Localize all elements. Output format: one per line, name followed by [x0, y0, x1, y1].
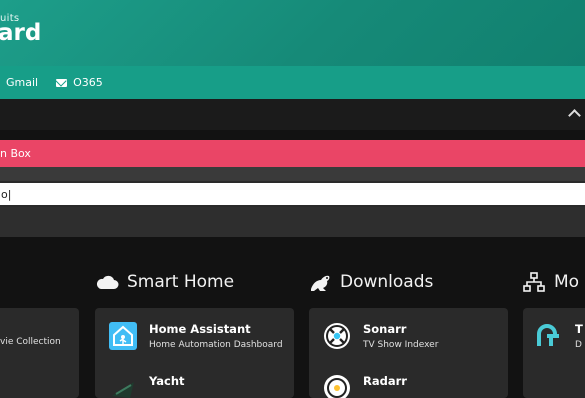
link-bar: Gmail O365: [0, 66, 585, 99]
page-header: uits ard: [0, 0, 585, 66]
divider-strip: [0, 167, 585, 181]
yacht-icon: [112, 382, 134, 398]
section-monitoring: Mo: [523, 272, 579, 292]
tile-radarr[interactable]: Radarr: [323, 374, 407, 398]
movies-card: vie Collection: [0, 308, 79, 398]
alert-text: n Box: [0, 147, 31, 160]
search-input[interactable]: [0, 183, 585, 205]
alert-box[interactable]: n Box: [0, 140, 585, 167]
tile-movies[interactable]: vie Collection: [0, 337, 61, 347]
tile-desc: Home Automation Dashboard: [149, 340, 283, 350]
sonarr-icon: [324, 323, 350, 349]
tile-desc: vie Collection: [0, 337, 61, 347]
gmail-link-label: Gmail: [6, 76, 39, 89]
section-smart-home: Smart Home: [95, 272, 234, 292]
tp-link-icon: [537, 324, 559, 346]
section-downloads: Downloads: [308, 272, 433, 292]
tile-sonarr[interactable]: Sonarr TV Show Indexer: [323, 322, 438, 350]
tile-title: Yacht: [149, 374, 185, 388]
tile-desc: D: [575, 340, 582, 350]
smart-home-card: Home Assistant Home Automation Dashboard…: [95, 308, 294, 398]
tile-yacht[interactable]: Yacht: [109, 374, 185, 398]
toolbar: [0, 99, 585, 130]
downloads-card: Sonarr TV Show Indexer Radarr: [309, 308, 508, 398]
search-band: [0, 207, 585, 237]
tile-title: Home Assistant: [149, 322, 251, 336]
link-o365[interactable]: O365: [56, 76, 103, 89]
o365-link-label: O365: [73, 76, 103, 89]
page-title: ard: [0, 20, 42, 46]
frog-icon: [311, 275, 330, 291]
tile-title: Sonarr: [363, 322, 407, 336]
radarr-icon: [324, 375, 350, 398]
tile-title: Radarr: [363, 374, 407, 388]
link-gmail[interactable]: Gmail: [6, 76, 38, 89]
tile-desc: TV Show Indexer: [363, 340, 439, 350]
network-icon: [523, 272, 545, 292]
section-title: Mo: [554, 272, 580, 292]
tile-tp-link[interactable]: T D: [535, 322, 583, 350]
section-title: Downloads: [340, 272, 434, 292]
home-assistant-icon: [109, 322, 137, 350]
tile-home-assistant[interactable]: Home Assistant Home Automation Dashboard: [109, 322, 283, 350]
cloud-icon: [96, 275, 119, 289]
mail-icon: [56, 78, 68, 87]
tile-title: T: [575, 322, 583, 336]
section-title: Smart Home: [127, 272, 235, 292]
monitoring-card: T D: [523, 308, 585, 398]
